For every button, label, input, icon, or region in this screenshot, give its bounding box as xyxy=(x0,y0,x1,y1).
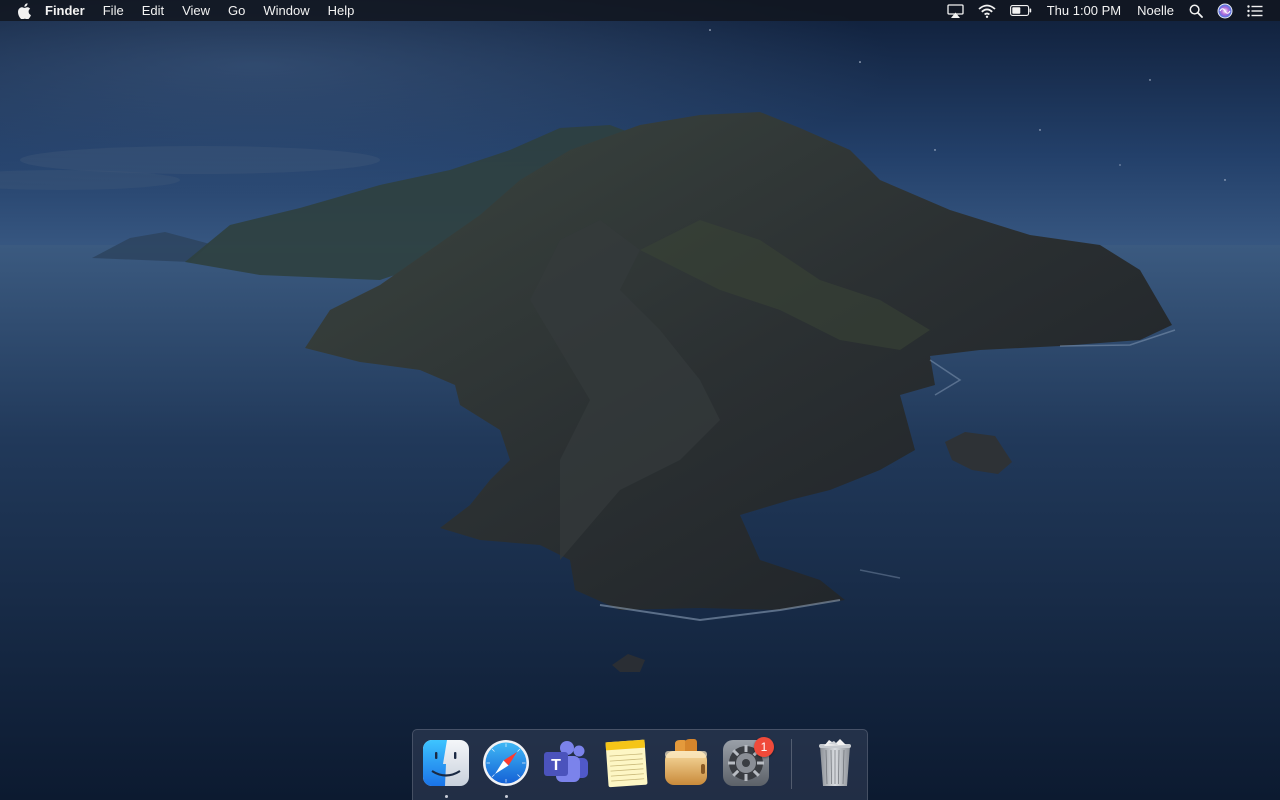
dock-app-system-preferences[interactable]: 1 xyxy=(721,737,774,790)
menu-view[interactable]: View xyxy=(173,0,219,21)
notes-icon xyxy=(605,739,648,788)
siri-icon[interactable] xyxy=(1210,0,1240,21)
dock-app-safari[interactable] xyxy=(481,738,531,798)
desktop-wallpaper xyxy=(0,0,1280,800)
toaster-icon xyxy=(665,739,707,785)
safari-icon xyxy=(483,740,529,786)
dock-divider xyxy=(791,739,792,789)
notification-badge: 1 xyxy=(754,737,774,757)
menu-app-finder[interactable]: Finder xyxy=(33,0,94,21)
menu-clock[interactable]: Thu 1:00 PM xyxy=(1039,0,1129,21)
notification-center-icon[interactable] xyxy=(1240,0,1270,21)
menu-user[interactable]: Noelle xyxy=(1129,0,1182,21)
running-indicator xyxy=(445,795,448,798)
teams-icon: T xyxy=(544,741,588,782)
menu-file[interactable]: File xyxy=(94,0,133,21)
menu-bar-right: Thu 1:00 PM Noelle xyxy=(940,0,1280,21)
running-indicator xyxy=(505,795,508,798)
dock-app-finder[interactable] xyxy=(421,738,471,798)
dock-app-toaster[interactable] xyxy=(661,738,711,790)
menu-bar: Finder File Edit View Go Window Help Thu… xyxy=(0,0,1280,21)
dock-app-notes[interactable] xyxy=(601,738,651,790)
finder-icon xyxy=(423,740,469,786)
dock-app-microsoft-teams[interactable]: T xyxy=(541,738,591,790)
battery-icon[interactable] xyxy=(1003,0,1039,21)
menu-go[interactable]: Go xyxy=(219,0,254,21)
menu-help[interactable]: Help xyxy=(319,0,364,21)
dock: T 1 xyxy=(412,729,868,800)
menu-bar-left: Finder File Edit View Go Window Help xyxy=(0,0,363,21)
trash-full-icon xyxy=(819,739,851,786)
dock-trash[interactable] xyxy=(810,738,860,790)
airplay-icon[interactable] xyxy=(940,0,971,21)
menu-edit[interactable]: Edit xyxy=(133,0,173,21)
apple-menu-icon[interactable] xyxy=(17,0,33,21)
wifi-icon[interactable] xyxy=(971,0,1003,21)
teams-letter: T xyxy=(551,757,561,774)
spotlight-search-icon[interactable] xyxy=(1182,0,1210,21)
menu-window[interactable]: Window xyxy=(254,0,318,21)
